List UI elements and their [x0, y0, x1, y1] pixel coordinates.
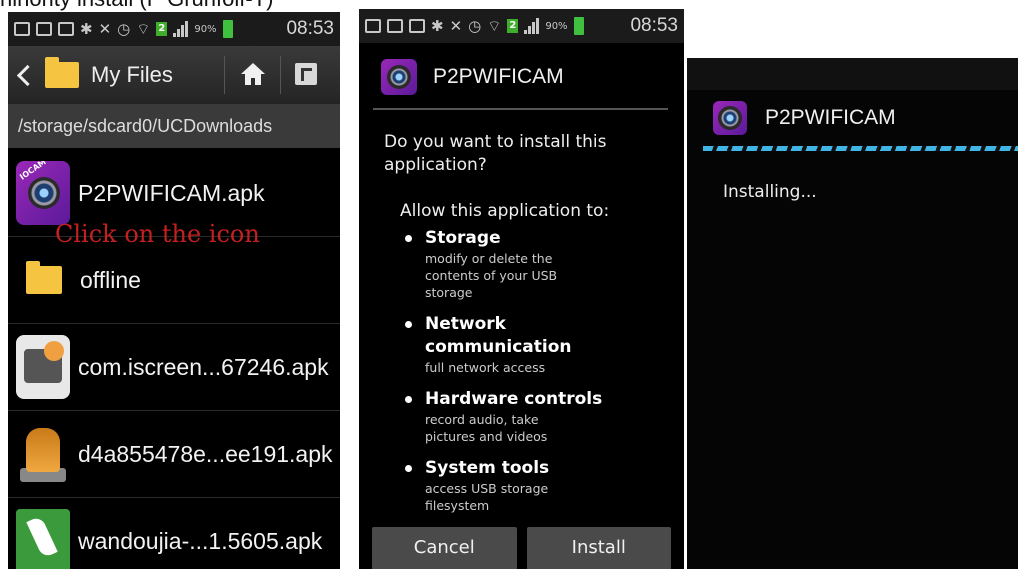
- plus-icon: [14, 22, 30, 36]
- camera-icon: [409, 19, 425, 33]
- alarm-icon: ◷: [468, 16, 482, 35]
- divider: [224, 56, 225, 94]
- permission-title: Hardware controls: [425, 389, 603, 409]
- image-icon: [387, 19, 403, 33]
- up-folder-icon[interactable]: [295, 63, 317, 85]
- bullet-icon: [405, 396, 412, 403]
- file-name: offline: [80, 266, 141, 293]
- page-title: My Files: [91, 62, 173, 87]
- folder-icon: [45, 57, 79, 88]
- signal-icon: [524, 18, 540, 34]
- alarm-icon: ◷: [117, 19, 131, 38]
- wandoujia-app-icon: [16, 509, 70, 569]
- file-manager-screen: ✱ ✕ ◷ ⌔ 2 90% 08:53 My Files /storage/sd…: [8, 12, 340, 569]
- permission-item: Hardware controls record audio, take pic…: [405, 388, 625, 445]
- status-bar: ✱ ✕ ◷ ⌔ 2 90% 08:53: [359, 9, 684, 43]
- battery-icon: [573, 17, 584, 35]
- camera-icon: [58, 22, 74, 36]
- indeterminate-progress-bar: [703, 146, 1018, 151]
- permissions-heading: Allow this application to:: [400, 201, 610, 221]
- pawn-app-icon: [16, 422, 70, 486]
- dialog-buttons: Cancel Install: [359, 527, 684, 569]
- install-button[interactable]: Install: [526, 527, 671, 569]
- image-icon: [36, 22, 52, 36]
- battery-percent: 90%: [545, 20, 568, 32]
- sim-badge: 2: [507, 19, 519, 33]
- battery-percent: 90%: [194, 23, 217, 35]
- click-annotation: Click on the icon: [55, 220, 260, 248]
- installing-screen: P2PWIFICAM Installing...: [687, 58, 1018, 569]
- plus-icon: [365, 19, 381, 33]
- folder-icon: [26, 261, 62, 294]
- dialog-title: P2PWIFICAM: [765, 106, 896, 129]
- file-name: com.iscreen...67246.apk: [78, 353, 329, 380]
- permission-item: System tools access USB storage filesyst…: [405, 457, 625, 514]
- permission-item: Network communication full network acces…: [405, 313, 625, 376]
- clock: 08:53: [286, 18, 334, 39]
- wifi-icon: ⌔: [487, 16, 502, 35]
- installing-status: Installing...: [723, 182, 817, 202]
- divider: [373, 108, 668, 110]
- cancel-button[interactable]: Cancel: [372, 527, 517, 569]
- permission-title: Storage: [425, 228, 501, 248]
- sim-badge: 2: [156, 22, 168, 36]
- p2pwificam-app-icon: [381, 59, 417, 95]
- bullet-icon: [405, 235, 412, 242]
- file-name: d4a855478e...ee191.apk: [78, 440, 333, 467]
- file-name: P2PWIFICAM.apk: [78, 179, 265, 206]
- permission-item: Storage modify or delete the contents of…: [405, 227, 625, 301]
- divider: [280, 56, 281, 94]
- list-item[interactable]: com.iscreen...67246.apk: [8, 324, 340, 411]
- list-item[interactable]: wandoujia-...1.5605.apk: [8, 498, 340, 569]
- list-item[interactable]: offline: [8, 237, 340, 324]
- bullet-icon: [405, 465, 412, 472]
- list-item[interactable]: d4a855478e...ee191.apk: [8, 411, 340, 498]
- back-chevron-icon[interactable]: [16, 64, 39, 86]
- status-bar: ✱ ✕ ◷ ⌔ 2 90% 08:53: [8, 12, 340, 46]
- status-bar: [687, 58, 1018, 90]
- bluetooth-icon: ✱: [80, 19, 93, 38]
- clock: 08:53: [630, 15, 678, 36]
- file-list: IOCAM P2PWIFICAM.apk offline com.iscreen…: [8, 150, 340, 569]
- p2pwificam-app-icon: [713, 101, 747, 135]
- battery-icon: [222, 20, 233, 38]
- dialog-header: P2PWIFICAM: [687, 90, 1018, 146]
- mute-icon: ✕: [98, 19, 112, 38]
- permission-title: Network communication: [425, 314, 572, 357]
- caption-text: ninority install (P Grunfolf-T): [0, 0, 273, 12]
- iscreen-app-icon: [16, 335, 70, 399]
- permission-desc: modify or delete the contents of your US…: [425, 251, 558, 300]
- file-name: wandoujia-...1.5605.apk: [78, 527, 323, 554]
- dialog-title: P2PWIFICAM: [433, 65, 564, 88]
- home-icon[interactable]: [240, 61, 266, 87]
- action-bar: My Files: [8, 46, 340, 104]
- p2pwificam-app-icon[interactable]: IOCAM: [16, 161, 70, 225]
- install-dialog-screen: ✱ ✕ ◷ ⌔ 2 90% 08:53 P2PWIFICAM Do you wa…: [359, 9, 684, 569]
- permission-desc: access USB storage filesystem: [425, 481, 549, 513]
- install-question: Do you want to install this application?: [384, 132, 607, 175]
- signal-icon: [173, 21, 189, 37]
- mute-icon: ✕: [449, 16, 463, 35]
- permission-desc: record audio, take pictures and videos: [425, 412, 548, 444]
- dialog-header: P2PWIFICAM: [359, 43, 684, 111]
- path-breadcrumb: /storage/sdcard0/UCDownloads: [8, 104, 340, 148]
- permission-title: System tools: [425, 458, 550, 478]
- bullet-icon: [405, 321, 412, 328]
- bluetooth-icon: ✱: [431, 16, 444, 35]
- wifi-icon: ⌔: [136, 19, 151, 38]
- permission-desc: full network access: [425, 360, 546, 375]
